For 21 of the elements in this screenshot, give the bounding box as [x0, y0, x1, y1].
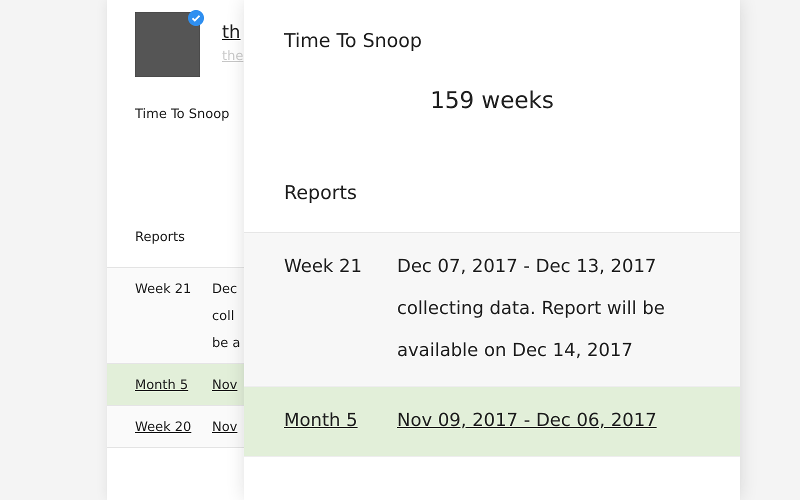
profile-name-link[interactable]: th	[222, 22, 240, 43]
report-details[interactable]: Nov	[212, 420, 238, 435]
card-title: Time To Snoop	[283, 29, 423, 52]
report-row[interactable]: Week 21 Dec 07, 2017 - Dec 13, 2017 collecting data. Report will be available on Dec 14, 2017	[244, 233, 740, 387]
report-period[interactable]: Month 5	[284, 405, 397, 437]
card-title: Time To Snoop	[134, 106, 230, 122]
report-details: Dec	[212, 282, 238, 297]
report-period[interactable]: Month 5	[135, 378, 212, 393]
report-row[interactable]: Month 5 Nov	[107, 364, 244, 406]
report-details[interactable]: Nov 09, 2017 - Dec 06, 2017	[397, 400, 657, 442]
report-details[interactable]: Nov	[212, 378, 238, 393]
report-period[interactable]: Week 20	[135, 420, 212, 435]
weeks-value: 159 weeks	[429, 87, 555, 114]
report-row[interactable]: Week 20 Nov	[107, 406, 244, 448]
report-details: Dec 07, 2017 - Dec 13, 2017 collecting data. Report will be available on Dec 14, 2017	[397, 255, 666, 363]
report-row[interactable]: Month 5 Nov 09, 2017 - Dec 06, 2017	[244, 387, 740, 457]
report-period: Week 21	[135, 282, 192, 297]
report-details: coll	[212, 309, 234, 324]
report-row[interactable]: Week 21 Dec coll be a	[107, 268, 244, 364]
report-details: be a	[212, 336, 240, 351]
report-period: Week 21	[284, 255, 363, 279]
